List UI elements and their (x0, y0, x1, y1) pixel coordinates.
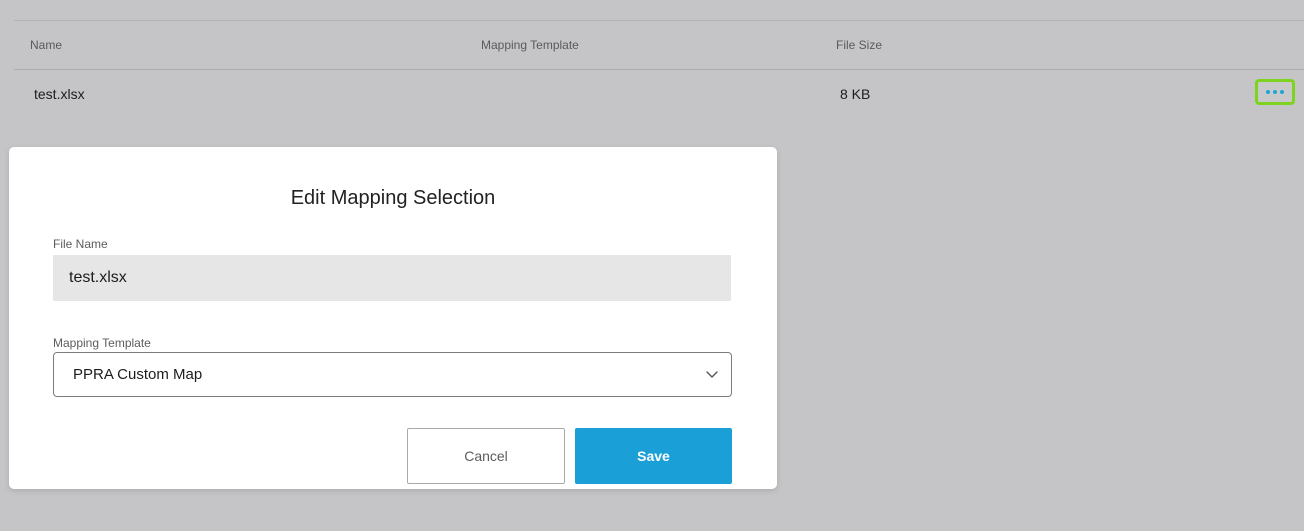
column-header-file-size[interactable]: File Size (836, 38, 882, 52)
cell-file-size: 8 KB (840, 86, 871, 102)
cancel-button[interactable]: Cancel (407, 428, 565, 484)
cell-file-name: test.xlsx (34, 86, 85, 102)
mapping-template-value: PPRA Custom Map (73, 366, 203, 383)
save-button[interactable]: Save (575, 428, 732, 484)
mapping-template-label: Mapping Template (53, 336, 151, 350)
table-header: Name Mapping Template File Size (14, 21, 1304, 70)
mapping-template-select[interactable]: PPRA Custom Map (53, 352, 732, 397)
chevron-down-icon (706, 371, 718, 378)
modal-title: Edit Mapping Selection (290, 187, 496, 209)
column-header-mapping-template[interactable]: Mapping Template (481, 38, 579, 52)
edit-mapping-modal: Edit Mapping Selection File Name Mapping… (9, 147, 777, 489)
file-name-label: File Name (53, 237, 108, 251)
column-header-name[interactable]: Name (30, 38, 62, 52)
more-horizontal-icon (1266, 90, 1284, 94)
table-row[interactable]: test.xlsx 8 KB (14, 70, 1304, 116)
file-name-field[interactable] (53, 255, 731, 301)
row-actions-button[interactable] (1255, 79, 1295, 105)
